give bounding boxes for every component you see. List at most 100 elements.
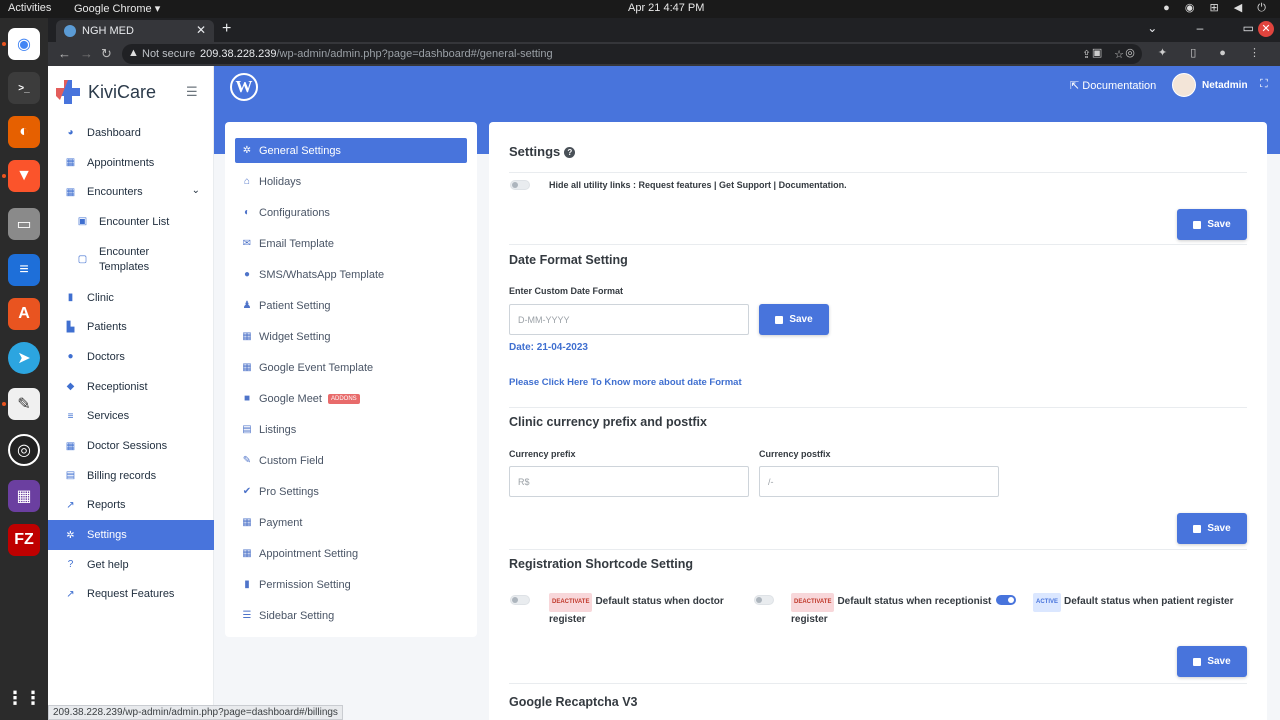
sidebar-item-encounter-templates[interactable]: ▢ Encounter Templates [48, 237, 214, 283]
tab-custom-field[interactable]: ✎ Custom Field [235, 448, 467, 473]
files-icon[interactable]: ▭ [8, 208, 40, 240]
not-secure-label[interactable]: Not secure [142, 48, 195, 60]
sidebar-item-billing-records[interactable]: ▤ Billing records [48, 461, 214, 491]
date-format-save-button[interactable]: Save [759, 304, 829, 335]
currency-postfix-input[interactable]: /- [759, 466, 999, 497]
sidebar-item-patients[interactable]: ▙ Patients [48, 312, 214, 342]
menu-item-label: Holidays [259, 175, 302, 188]
patient-register-toggle[interactable] [996, 595, 1016, 605]
extension-icons[interactable]: ▣ ◎ ✦ ▯ ● ⋮ [1092, 46, 1270, 59]
save-button[interactable]: Save [1177, 209, 1247, 240]
sidebar-item-doctors[interactable]: ● Doctors [48, 342, 214, 372]
window-controls[interactable]: ⌄ – ▭ [1147, 21, 1272, 35]
obs-icon[interactable]: ◎ [8, 434, 40, 466]
date-format-input[interactable]: D-MM-YYYY [509, 304, 749, 335]
menu-item-label: Listings [259, 423, 297, 436]
tab-listings[interactable]: ▤ Listings [235, 417, 467, 442]
help-icon[interactable]: ? [564, 147, 576, 158]
deactivate-badge: DEACTIVATE [791, 593, 835, 612]
filezilla-icon[interactable]: FZ [8, 524, 40, 556]
sidebar-item-label: Services [87, 410, 130, 423]
sidebar-item-encounters[interactable]: ▦ Encounters ⌄ [48, 177, 214, 207]
tab-email-template[interactable]: ✉ Email Template [235, 231, 467, 256]
back-button[interactable]: ← [58, 46, 71, 61]
wordpress-favicon-icon [64, 25, 76, 37]
chrome-icon[interactable]: ◉ [8, 28, 40, 60]
activities-button[interactable]: Activities [8, 2, 51, 14]
doctor-register-toggle[interactable] [510, 595, 530, 605]
sidebar-item-request-features[interactable]: ↗ Request Features [48, 580, 214, 610]
terminal-icon[interactable]: >_ [8, 72, 40, 104]
sidebar-item-clinic[interactable]: ▮ Clinic [48, 283, 214, 313]
tab-widget-setting[interactable]: ▦ Widget Setting [235, 324, 467, 349]
tab-patient-setting[interactable]: ♟ Patient Setting [235, 293, 467, 318]
browser-tab[interactable]: NGH MED ✕ [56, 20, 214, 42]
tab-payment[interactable]: ▦ Payment [235, 510, 467, 535]
sidebar-item-encounter-list[interactable]: ▣ Encounter List [48, 207, 214, 237]
url-text[interactable]: 209.38.228.239/wp-admin/admin.php?page=d… [200, 48, 553, 60]
text-editor-icon[interactable]: ✎ [8, 388, 40, 420]
date-format-label: Enter Custom Date Format [509, 286, 624, 296]
window-close-button[interactable]: ✕ [1258, 21, 1274, 37]
system-tray-icons[interactable]: ● ◉ ⊞ ◀ ⏻ [1163, 1, 1272, 15]
tab-sidebar-setting[interactable]: ☰ Sidebar Setting [235, 603, 467, 628]
sidebar-item-settings[interactable]: ✲ Settings [48, 520, 214, 550]
patient-register-label: ACTIVE Default status when patient regist… [1033, 593, 1253, 612]
tab-google-event-template[interactable]: ▦ Google Event Template [235, 355, 467, 380]
save-icon [1193, 220, 1202, 229]
tab-sms-whatsapp-template[interactable]: ● SMS/WhatsApp Template [235, 262, 467, 287]
show-apps-icon[interactable]: ⋮⋮ [6, 682, 42, 714]
username[interactable]: Netadmin [1202, 80, 1248, 91]
writer-icon[interactable]: ≡ [8, 254, 40, 286]
video-editor-icon[interactable]: ▦ [8, 480, 40, 512]
tab-google-meet[interactable]: ■ Google Meet ADDONS [235, 386, 467, 411]
running-indicator [2, 174, 6, 178]
receptionist-register-toggle[interactable] [754, 595, 774, 605]
telegram-icon[interactable]: ➤ [8, 342, 40, 374]
tab-general-settings[interactable]: ✲ General Settings [235, 138, 467, 163]
sidebar-item-get-help[interactable]: ? Get help [48, 550, 214, 580]
sidebar-item-receptionist[interactable]: ◆ Receptionist [48, 372, 214, 402]
sidebar-toggle-icon[interactable]: ☰ [186, 84, 198, 100]
close-tab-icon[interactable]: ✕ [196, 23, 206, 37]
wordpress-logo-icon[interactable]: W [230, 73, 258, 101]
video-icon: ■ [243, 393, 251, 404]
avatar[interactable] [1172, 73, 1196, 97]
firefox-icon[interactable]: ◐ [8, 116, 40, 148]
software-center-icon[interactable]: A [8, 298, 40, 330]
sidebar-item-services[interactable]: ≡ Services [48, 402, 214, 432]
save-label: Save [1207, 523, 1231, 534]
date-format-title: Date Format Setting [509, 253, 628, 267]
currency-prefix-input[interactable]: R$ [509, 466, 749, 497]
menu-item-label: Payment [259, 516, 303, 529]
warning-icon[interactable]: ▲ [128, 47, 139, 59]
new-tab-button[interactable]: + [222, 20, 231, 38]
tab-permission-setting[interactable]: ▮ Permission Setting [235, 572, 467, 597]
sidebar-item-doctor-sessions[interactable]: ▦ Doctor Sessions [48, 431, 214, 461]
sidebar-item-reports[interactable]: ↗ Reports [48, 491, 214, 521]
app-menu[interactable]: Google Chrome ▾ [74, 2, 160, 15]
sidebar-nav: ◕ Dashboard ▦ Appointments ▦ Encounters ⌄ ▣ E… [48, 118, 214, 609]
tab-appointment-setting[interactable]: ▦ Appointment Setting [235, 541, 467, 566]
sidebar-item-appointments[interactable]: ▦ Appointments [48, 148, 214, 178]
currency-prefix-placeholder: R$ [518, 477, 530, 487]
omnibox[interactable]: ▲ Not secure 209.38.228.239/wp-admin/adm… [122, 44, 1142, 64]
menu-item-label: Configurations [259, 206, 330, 219]
calendar-icon: ▦ [65, 157, 76, 169]
tab-pro-settings[interactable]: ✔ Pro Settings [235, 479, 467, 504]
menu-item-label: Widget Setting [259, 330, 331, 343]
registration-save-button[interactable]: Save [1177, 646, 1247, 677]
date-format-help-link[interactable]: Please Click Here To Know more about dat… [509, 377, 742, 388]
sidebar-item-dashboard[interactable]: ◕ Dashboard [48, 118, 214, 148]
forward-button[interactable]: → [80, 46, 93, 61]
documentation-link[interactable]: ⇱ Documentation [1070, 79, 1156, 92]
clock[interactable]: Apr 21 4:47 PM [628, 2, 704, 14]
home-icon: ⌂ [243, 176, 251, 187]
fullscreen-icon[interactable]: ⛶ [1260, 78, 1268, 91]
reload-button[interactable]: ↻ [101, 46, 112, 62]
hide-utility-links-toggle[interactable] [510, 180, 530, 190]
tab-configurations[interactable]: ◐ Configurations [235, 200, 467, 225]
currency-save-button[interactable]: Save [1177, 513, 1247, 544]
tab-holidays[interactable]: ⌂ Holidays [235, 169, 467, 194]
brave-icon[interactable]: ▼ [8, 160, 40, 192]
